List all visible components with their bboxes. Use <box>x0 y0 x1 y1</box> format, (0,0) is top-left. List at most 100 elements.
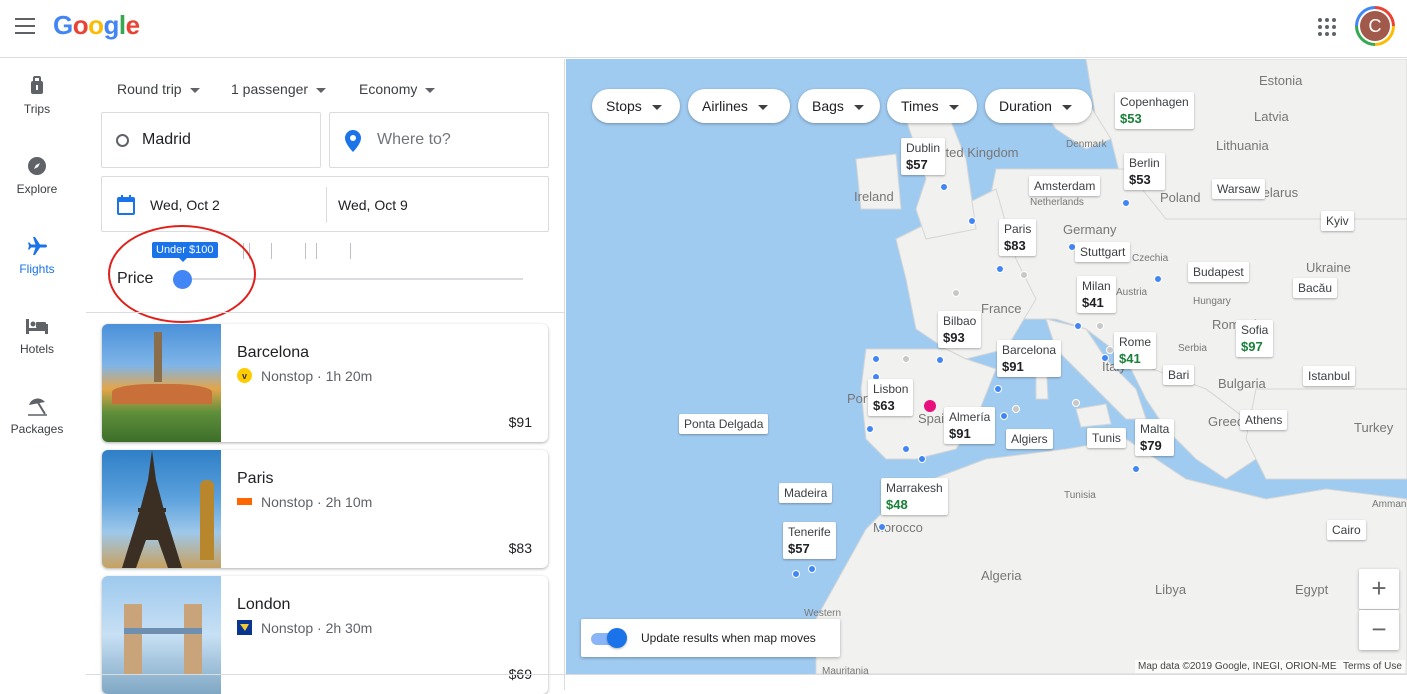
nav-item-hotels[interactable]: Hotels <box>0 316 74 356</box>
destination-pin-marrakesh[interactable]: Marrakesh $48 <box>881 478 948 515</box>
pin-city: Paris <box>1004 222 1032 236</box>
pin-price: $79 <box>1140 438 1162 453</box>
destination-pin-barcelona[interactable]: Barcelona $91 <box>997 340 1062 377</box>
destination-dot[interactable] <box>872 355 880 363</box>
destination-pin-paris[interactable]: Paris $83 <box>999 219 1037 256</box>
menu-icon[interactable] <box>15 18 35 34</box>
bridge-tower-shape <box>124 604 142 674</box>
destination-dot[interactable] <box>936 356 944 364</box>
pin-price: $57 <box>788 541 810 556</box>
destination-pin-lisbon[interactable]: Lisbon $63 <box>868 379 914 416</box>
destination-dot[interactable] <box>902 445 910 453</box>
filter-chip-airlines[interactable]: Airlines <box>688 89 790 123</box>
statue-shape <box>200 480 214 560</box>
filter-chip-times[interactable]: Times <box>887 89 977 123</box>
destination-dot[interactable] <box>866 425 874 433</box>
filter-chip-duration[interactable]: Duration <box>985 89 1092 123</box>
destination-dot[interactable] <box>1101 354 1109 362</box>
destination-dot[interactable] <box>792 570 800 578</box>
pin-price: $93 <box>943 330 965 345</box>
map-view[interactable]: Stops Airlines Bags Times Duration Eston… <box>566 59 1407 674</box>
nav-item-trips[interactable]: Trips <box>0 76 74 116</box>
destination-dot[interactable] <box>878 523 886 531</box>
pin-price: $83 <box>1004 238 1026 253</box>
place-pin-stuttgart[interactable]: Stuttgart <box>1075 242 1131 262</box>
origin-madrid-dot[interactable] <box>924 400 936 412</box>
destination-pin-bilbao[interactable]: Bilbao $93 <box>938 311 982 348</box>
map-location-dot[interactable] <box>1096 322 1104 330</box>
origin-field[interactable]: Madrid <box>101 112 321 168</box>
destination-pin-malta[interactable]: Malta $79 <box>1135 419 1175 456</box>
destination-pin-tenerife[interactable]: Tenerife $57 <box>783 522 836 559</box>
paris-photo <box>102 450 221 568</box>
destination-dot[interactable] <box>940 183 948 191</box>
place-pin-algiers[interactable]: Algiers <box>1006 429 1053 449</box>
destination-dot[interactable] <box>1154 275 1162 283</box>
terms-of-use-link[interactable]: Terms of Use <box>1340 660 1405 673</box>
depart-date[interactable]: Wed, Oct 2 <box>150 197 220 213</box>
nav-item-flights[interactable]: Flights <box>0 236 74 276</box>
destination-pin-milan[interactable]: Milan $41 <box>1077 276 1116 313</box>
search-panel: Round trip 1 passenger Economy Madrid Wh… <box>86 59 565 694</box>
filter-chip-stops[interactable]: Stops <box>592 89 680 123</box>
destination-dot[interactable] <box>996 265 1004 273</box>
passengers-dropdown[interactable]: 1 passenger <box>231 81 327 97</box>
destination-pin-almeria[interactable]: Almería $91 <box>944 407 996 444</box>
compass-icon <box>28 157 46 175</box>
return-date[interactable]: Wed, Oct 9 <box>338 197 408 213</box>
destination-pin-rome[interactable]: Rome $41 <box>1114 332 1157 369</box>
pin-price: $91 <box>1002 359 1024 374</box>
place-pin-madeira[interactable]: Madeira <box>779 483 833 503</box>
google-logo[interactable]: Google <box>53 10 140 41</box>
map-location-dot[interactable] <box>1072 399 1080 407</box>
place-pin-athens[interactable]: Athens <box>1240 410 1288 430</box>
place-pin-ponta-delgada[interactable]: Ponta Delgada <box>679 414 769 434</box>
filter-chip-bags[interactable]: Bags <box>798 89 880 123</box>
destination-dot[interactable] <box>1132 465 1140 473</box>
destination-dot[interactable] <box>808 565 816 573</box>
cabin-class-dropdown[interactable]: Economy <box>359 81 436 97</box>
apps-grid-icon[interactable] <box>1318 18 1336 36</box>
destination-dot[interactable] <box>968 217 976 225</box>
place-pin-tunis[interactable]: Tunis <box>1087 428 1126 448</box>
destination-pin-dublin[interactable]: Dublin $57 <box>901 138 946 175</box>
destination-pin-berlin[interactable]: Berlin $53 <box>1124 153 1165 190</box>
map-location-dot[interactable] <box>952 289 960 297</box>
update-results-toggle[interactable]: Update results when map moves <box>581 619 840 657</box>
place-pin-warsaw[interactable]: Warsaw <box>1212 179 1265 199</box>
destination-pin-sofia[interactable]: Sofia $97 <box>1236 320 1274 357</box>
toggle-knob[interactable] <box>607 628 627 648</box>
place-pin-cairo[interactable]: Cairo <box>1327 520 1366 540</box>
nav-item-packages[interactable]: Packages <box>0 396 74 436</box>
result-city: Paris <box>237 470 274 487</box>
result-card-london[interactable]: London Nonstop · 2h 30m $69 <box>102 576 548 694</box>
destination-dot[interactable] <box>1000 412 1008 420</box>
place-pin-bacau[interactable]: Bacău <box>1293 278 1338 298</box>
destination-dot[interactable] <box>994 385 1002 393</box>
result-card-paris[interactable]: Paris Nonstop · 2h 10m $83 <box>102 450 548 568</box>
destination-pin-copenhagen[interactable]: Copenhagen $53 <box>1115 92 1194 129</box>
destination-dot[interactable] <box>1074 322 1082 330</box>
map-location-dot[interactable] <box>1020 271 1028 279</box>
map-location-dot[interactable] <box>1012 405 1020 413</box>
map-location-dot[interactable] <box>902 355 910 363</box>
place-pin-budapest[interactable]: Budapest <box>1188 262 1249 282</box>
nav-item-explore[interactable]: Explore <box>0 156 74 196</box>
date-field[interactable]: Wed, Oct 2 Wed, Oct 9 <box>101 176 549 232</box>
place-pin-bari[interactable]: Bari <box>1163 365 1195 385</box>
barcelona-photo <box>102 324 221 442</box>
country-label: Serbia <box>1178 343 1207 354</box>
destination-dot[interactable] <box>1122 199 1130 207</box>
zoom-in-button[interactable]: + <box>1359 569 1399 609</box>
place-pin-amsterdam[interactable]: Amsterdam <box>1029 176 1101 196</box>
place-pin-kyiv[interactable]: Kyiv <box>1321 211 1354 231</box>
account-avatar[interactable]: C <box>1355 6 1395 46</box>
result-card-barcelona[interactable]: Barcelona v Nonstop · 1h 20m $91 <box>102 324 548 442</box>
zoom-out-button[interactable]: − <box>1359 610 1399 650</box>
destination-dot[interactable] <box>918 455 926 463</box>
toggle-label: Update results when map moves <box>641 631 816 645</box>
trip-type-dropdown[interactable]: Round trip <box>117 81 200 97</box>
place-pin-istanbul[interactable]: Istanbul <box>1303 366 1356 386</box>
destination-field[interactable]: Where to? <box>329 112 549 168</box>
map-location-dot[interactable] <box>1106 346 1114 354</box>
